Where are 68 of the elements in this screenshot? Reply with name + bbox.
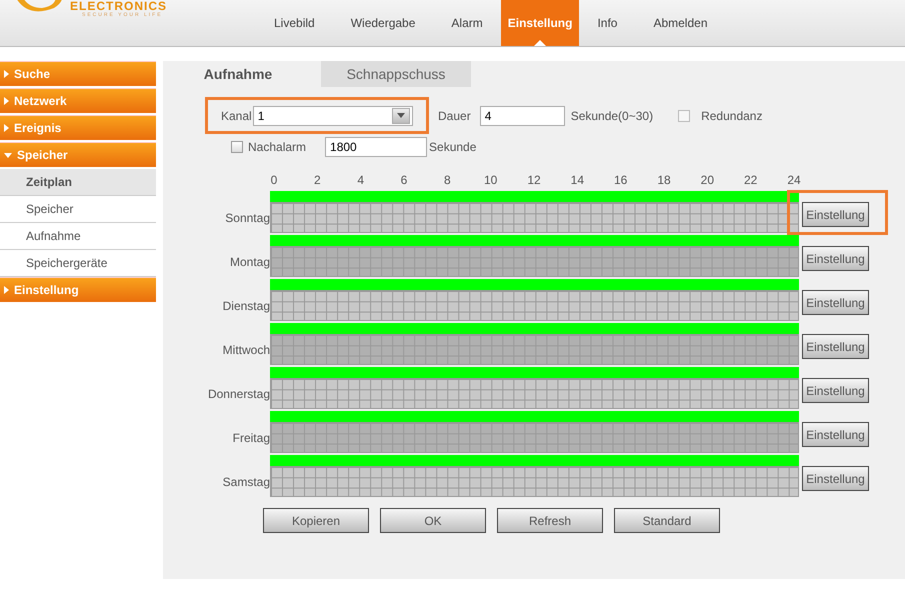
caret-right-icon	[4, 124, 9, 132]
schedule-grid[interactable]	[270, 334, 799, 365]
day-label: Donnerstag	[206, 387, 270, 401]
hour-label: 0	[270, 173, 278, 187]
nav-tab[interactable]: Livebild	[256, 0, 333, 46]
post-alarm-checkbox[interactable]	[231, 141, 243, 153]
logo-text: ELECTRONICS	[70, 0, 168, 12]
nav-tab[interactable]: Abmelden	[635, 0, 726, 46]
sidebar-item[interactable]: Zeitplan	[0, 169, 156, 196]
settings-button[interactable]: Einstellung	[802, 246, 869, 271]
tab[interactable]: Schnappschuss	[321, 61, 471, 87]
duration-label: Dauer	[438, 108, 471, 122]
action-button[interactable]: Standard	[614, 508, 720, 533]
caret-right-icon	[4, 97, 9, 105]
hour-label: 22	[744, 173, 758, 187]
channel-select[interactable]: 1	[252, 106, 413, 126]
post-alarm-label: Nachalarm	[248, 140, 306, 154]
nav-tab[interactable]: Info	[579, 0, 636, 46]
day-label: Freitag	[232, 431, 270, 445]
hour-label: 24	[787, 173, 801, 187]
action-button[interactable]: Refresh	[497, 508, 603, 533]
nav-tab[interactable]: Einstellung	[500, 0, 580, 46]
sidebar-section-label: Einstellung	[14, 283, 79, 297]
schedule-grid[interactable]	[270, 466, 799, 497]
hour-label: 6	[400, 173, 408, 187]
nav-tab[interactable]: Alarm	[433, 0, 501, 46]
schedule-grid[interactable]	[270, 290, 799, 321]
hour-label: 20	[700, 173, 714, 187]
settings-button[interactable]: Einstellung	[802, 334, 869, 359]
day-label: Montag	[228, 255, 270, 269]
settings-button[interactable]: Einstellung	[802, 466, 869, 491]
hour-label: 8	[444, 173, 451, 187]
schedule-grid[interactable]	[270, 422, 799, 453]
sidebar-section-label: Netzwerk	[14, 94, 67, 108]
nav-tab[interactable]: Wiedergabe	[332, 0, 434, 46]
settings-button[interactable]: Einstellung	[802, 202, 869, 227]
settings-button[interactable]: Einstellung	[802, 290, 869, 315]
channel-label: Kanal	[221, 108, 252, 122]
day-label: Samstag	[222, 475, 270, 489]
action-button[interactable]: Kopieren	[263, 508, 369, 533]
duration-unit: Sekunde(0~30)	[570, 108, 654, 122]
hour-label: 16	[614, 173, 628, 187]
sidebar-section-label: Suche	[14, 67, 50, 81]
schedule-grid[interactable]	[270, 378, 799, 409]
settings-button[interactable]: Einstellung	[802, 422, 869, 447]
sidebar-section-label: Ereignis	[14, 121, 62, 135]
hour-label: 14	[570, 173, 584, 187]
hour-label: 2	[314, 173, 321, 187]
sidebar-section-label: Speicher	[17, 148, 68, 162]
post-alarm-field[interactable]: 1800	[325, 137, 428, 157]
day-label: Mittwoch	[222, 343, 270, 357]
hour-label: 4	[357, 173, 364, 187]
caret-right-icon	[4, 70, 9, 78]
hour-label: 18	[657, 173, 671, 187]
day-label: Sonntag	[224, 211, 270, 225]
redundancy-checkbox[interactable]	[678, 110, 690, 122]
post-alarm-unit: Sekunde	[429, 140, 476, 154]
day-label: Dienstag	[222, 299, 270, 313]
redundancy-label: Redundanz	[701, 108, 762, 122]
hour-label: 10	[484, 173, 498, 187]
settings-button[interactable]: Einstellung	[802, 378, 869, 403]
caret-right-icon	[4, 286, 9, 294]
action-button[interactable]: OK	[380, 508, 486, 533]
caret-down-icon	[4, 152, 12, 158]
schedule-grid[interactable]	[270, 202, 799, 233]
duration-field[interactable]: 4	[480, 106, 565, 126]
schedule-grid[interactable]	[270, 246, 799, 277]
hour-label: 12	[527, 173, 541, 187]
